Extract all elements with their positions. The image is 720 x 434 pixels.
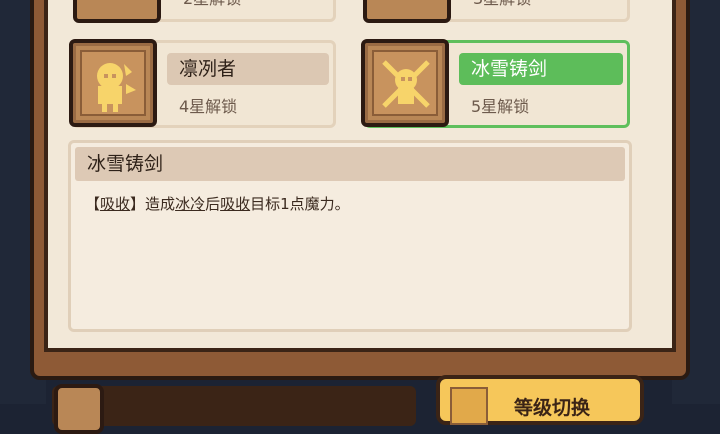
bottom-bar bbox=[52, 384, 416, 434]
keyword-chill[interactable]: 冰冷 bbox=[175, 195, 205, 213]
talent-card-ice-forged-sword[interactable]: 冰雪铸剑 5星解锁 bbox=[361, 39, 630, 128]
crossed-swords-icon bbox=[382, 60, 430, 108]
talent-card-frost-rider[interactable]: 凛冽者 4星解锁 bbox=[69, 39, 336, 128]
talent-icon-box bbox=[363, 0, 451, 23]
level-switch-button[interactable]: 等级切换 bbox=[436, 375, 644, 425]
detail-title: 冰雪铸剑 bbox=[75, 147, 625, 181]
keyword-absorb[interactable]: 吸收 bbox=[100, 195, 130, 213]
detail-description: 【吸收】造成冰冷后吸收目标1点魔力。 bbox=[85, 195, 350, 213]
talent-icon-box bbox=[69, 39, 157, 127]
talent-icon-box bbox=[73, 0, 161, 23]
talent-card[interactable]: 3星解锁 bbox=[363, 0, 630, 23]
talent-icon-box bbox=[361, 39, 449, 127]
mask-icon bbox=[97, 63, 136, 112]
level-icon bbox=[450, 387, 488, 425]
talent-name: 凛冽者 bbox=[167, 53, 329, 85]
unlock-requirement: 5星解锁 bbox=[471, 97, 530, 116]
unlock-requirement: 4星解锁 bbox=[179, 97, 238, 116]
level-switch-label: 等级切换 bbox=[514, 397, 591, 419]
talent-name: 冰雪铸剑 bbox=[459, 53, 623, 85]
talent-card[interactable]: 2星解锁 bbox=[73, 0, 336, 23]
keyword-absorb-2[interactable]: 吸收 bbox=[220, 195, 250, 213]
unlock-requirement: 2星解锁 bbox=[183, 0, 241, 9]
talent-detail-panel: 冰雪铸剑 【吸收】造成冰冷后吸收目标1点魔力。 bbox=[68, 140, 632, 332]
unlock-requirement: 3星解锁 bbox=[473, 0, 531, 9]
coin-icon bbox=[54, 384, 104, 434]
